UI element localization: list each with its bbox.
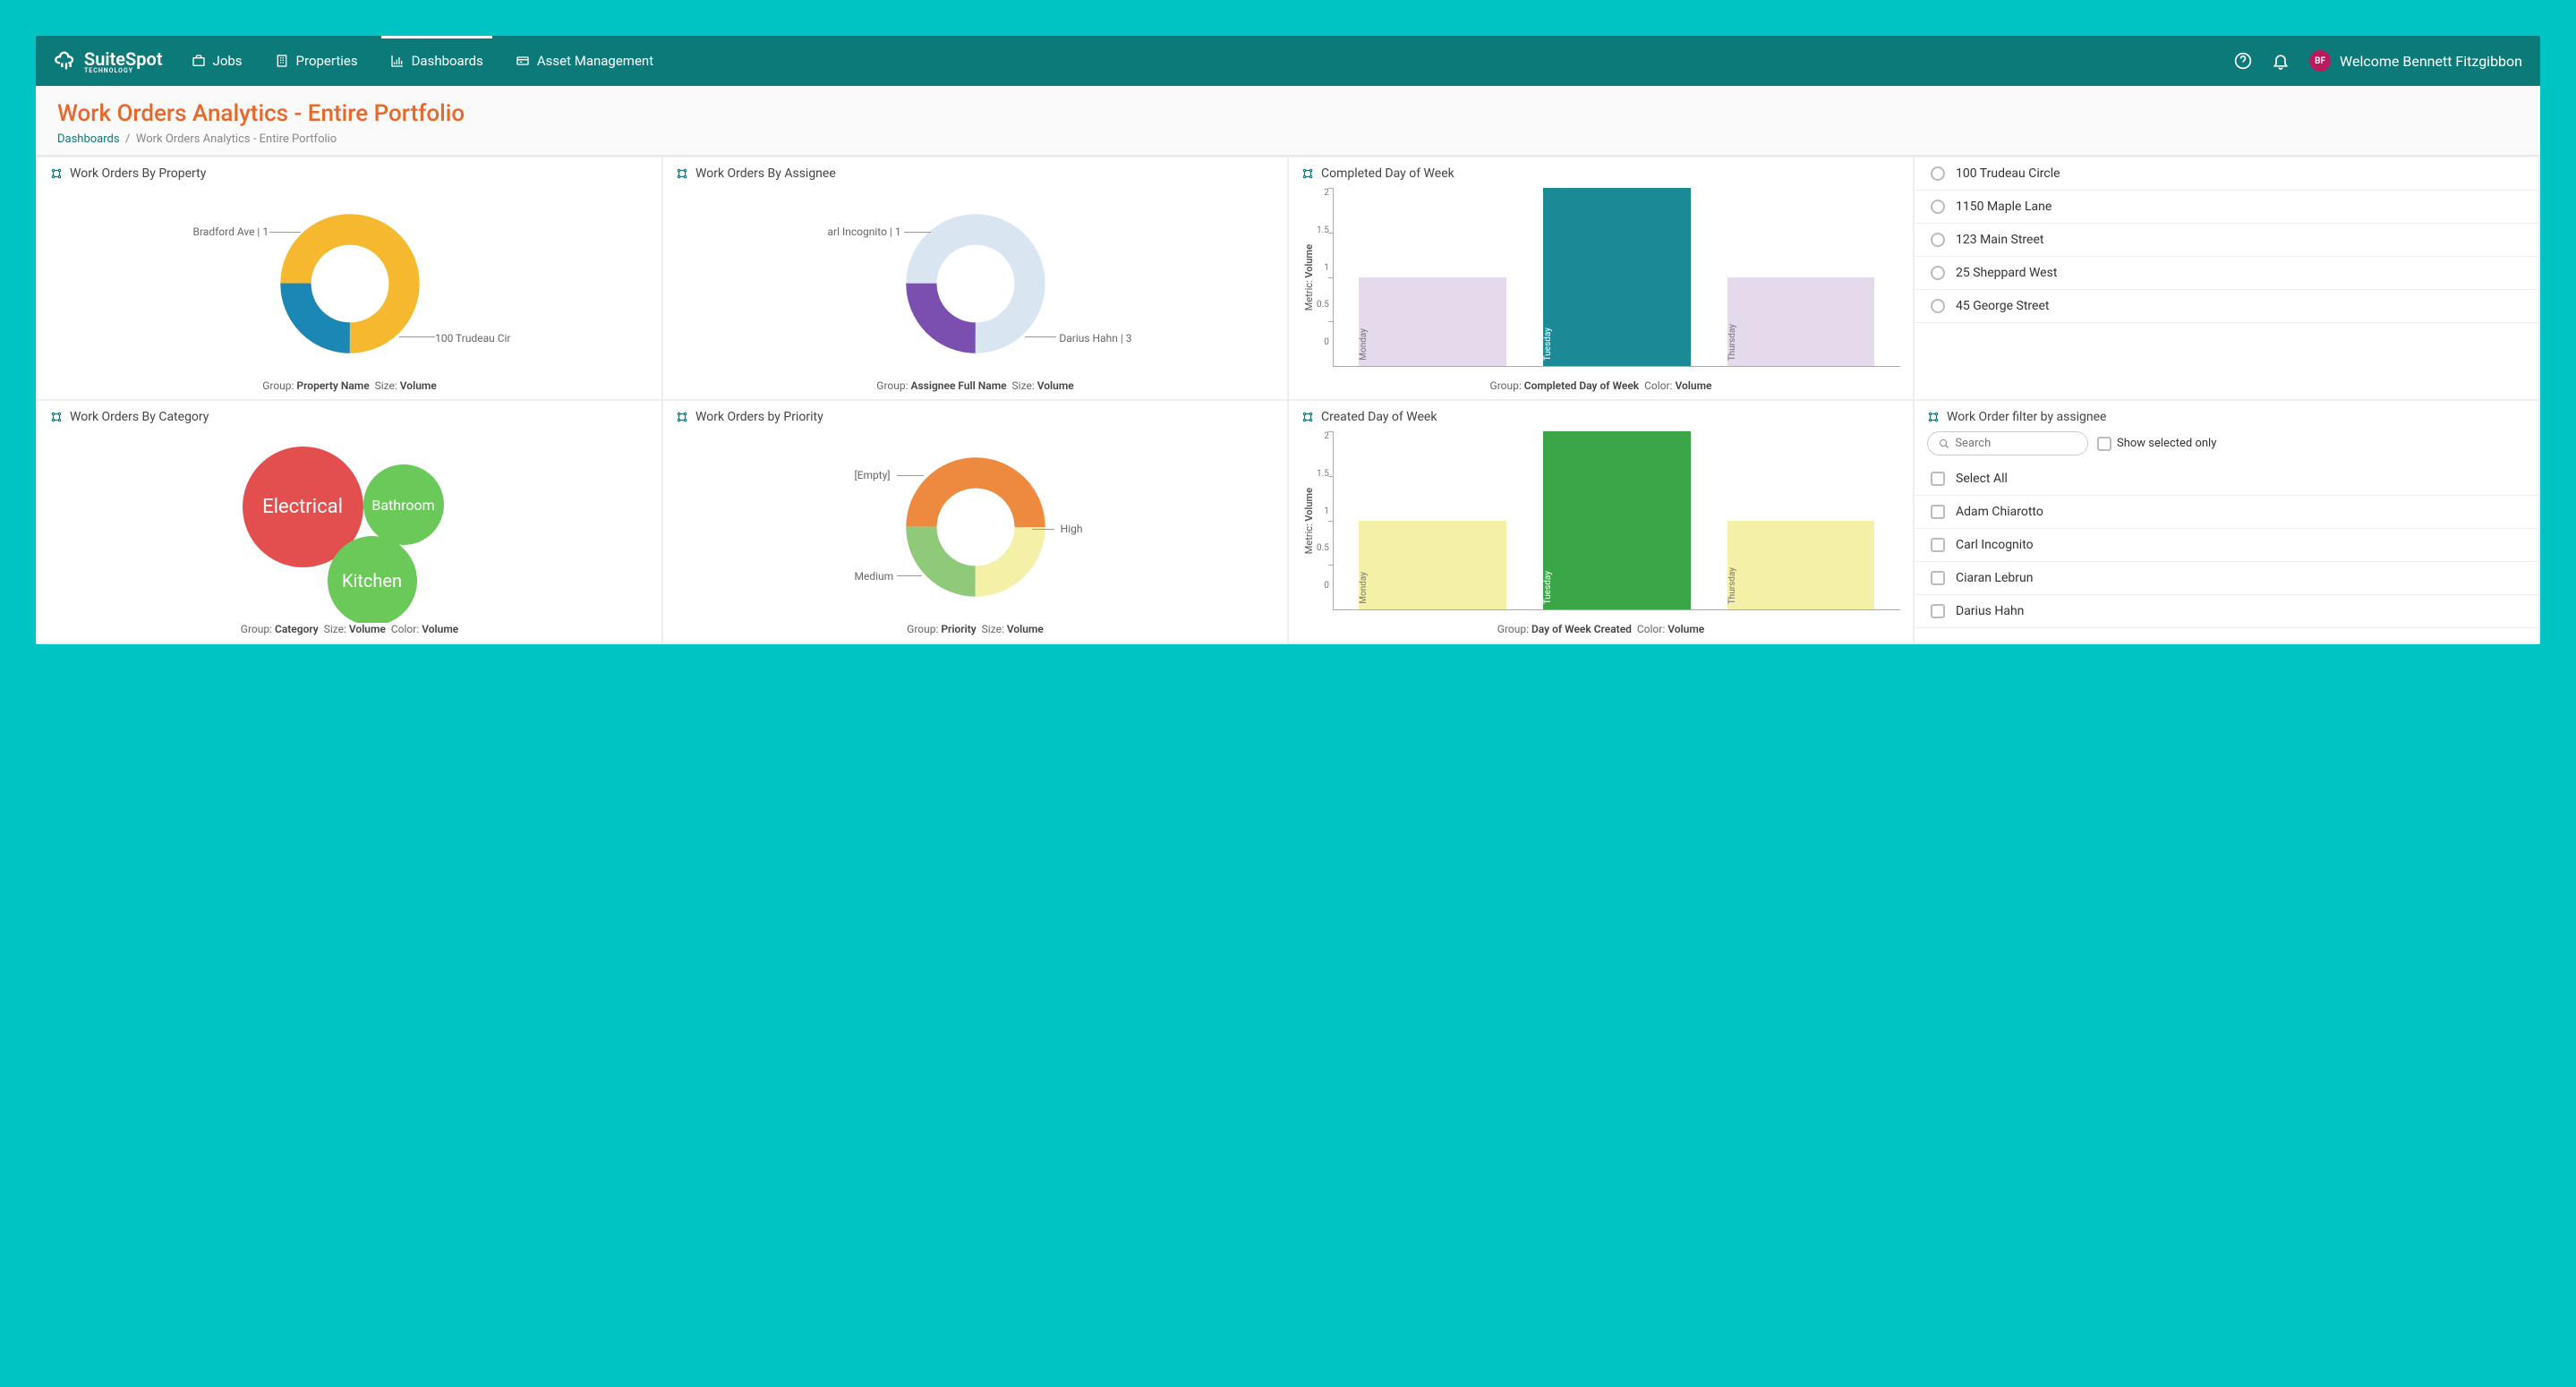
checkbox-icon	[2097, 437, 2111, 451]
card-assignee-filter: Work Order filter by assignee Show selec…	[1915, 401, 2538, 642]
card-work-orders-by-priority: Work Orders by Priority [Empty] High Med…	[663, 401, 1287, 642]
user-welcome: Welcome Bennett Fitzgibbon	[2340, 53, 2522, 70]
bubble-bathroom: Bathroom	[363, 464, 444, 545]
help-icon[interactable]	[2234, 52, 2252, 70]
search-icon	[1939, 438, 1949, 450]
top-nav: SuiteSpot TECHNOLOGY Jobs Properties Das…	[36, 36, 2540, 86]
radio-icon	[1931, 266, 1945, 280]
card-work-orders-by-property: Work Orders By Property Bradford Ave | 1…	[38, 157, 661, 399]
bubble-kitchen: Kitchen	[328, 536, 417, 623]
checkbox-icon	[1931, 505, 1945, 519]
card-created-day-of-week: Created Day of Week Metric: Volume 21.51…	[1289, 401, 1913, 642]
brand-name: SuiteSpot	[84, 48, 163, 70]
checkbox-icon	[1931, 571, 1945, 585]
show-selected-only[interactable]: Show selected only	[2097, 437, 2216, 451]
page-title: Work Orders Analytics - Entire Portfolio	[57, 100, 2519, 127]
card-property-filter: 100 Trudeau Circle 1150 Maple Lane 123 M…	[1915, 157, 2538, 399]
nav-right: BF Welcome Bennett Fitzgibbon	[2234, 50, 2522, 72]
logo-icon	[54, 48, 79, 73]
nav-label: Jobs	[213, 53, 243, 69]
checkbox-icon	[1931, 538, 1945, 552]
card-completed-day-of-week: Completed Day of Week Metric: Volume 21.…	[1289, 157, 1913, 399]
search-input[interactable]	[1955, 437, 2077, 450]
filter-select-all[interactable]: Select All	[1915, 463, 2538, 496]
search-box[interactable]	[1927, 431, 2088, 455]
y-axis-label: Metric: Volume	[1301, 488, 1317, 554]
filter-item-100-trudeau[interactable]: 100 Trudeau Circle	[1915, 157, 2538, 191]
bubble-chart-category[interactable]: Electrical Bathroom Kitchen	[234, 438, 466, 617]
y-axis-label: Metric: Volume	[1301, 244, 1317, 311]
bar-chart-completed[interactable]: Metric: Volume 21.510.50 Monday Tuesday …	[1301, 188, 1900, 367]
breadcrumb-current: Work Orders Analytics - Entire Portfolio	[136, 132, 337, 146]
dashboard-grid: Work Orders By Property Bradford Ave | 1…	[36, 156, 2540, 644]
nav-label: Asset Management	[537, 53, 653, 69]
radio-icon	[1931, 200, 1945, 214]
card-work-orders-by-assignee: Work Orders By Assignee arl Incognito | …	[663, 157, 1287, 399]
callout-empty: [Empty]	[855, 469, 891, 481]
brand-logo[interactable]: SuiteSpot TECHNOLOGY	[54, 48, 163, 74]
callout-carl: arl Incognito | 1	[828, 225, 901, 238]
filter-item-darius[interactable]: Darius Hahn	[1915, 595, 2538, 628]
widget-icon[interactable]	[50, 167, 63, 180]
breadcrumb-root[interactable]: Dashboards	[57, 132, 120, 146]
card-title-text: Work Orders by Priority	[695, 410, 823, 424]
card-footer: Group: Priority Size: Volume	[676, 623, 1275, 635]
card-footer: Group: Category Size: Volume Color: Volu…	[50, 623, 649, 635]
card-icon	[516, 54, 530, 68]
donut-chart-priority[interactable]: [Empty] High Medium	[904, 455, 1047, 599]
card-title-text: Work Orders By Property	[70, 166, 206, 181]
radio-icon	[1931, 233, 1945, 247]
callout-trudeau: 100 Trudeau Cir	[435, 332, 510, 345]
callout-high: High	[1061, 523, 1083, 535]
filter-item-45-george[interactable]: 45 George Street	[1915, 290, 2538, 323]
breadcrumb: Dashboards / Work Orders Analytics - Ent…	[57, 132, 2519, 146]
callout-medium: Medium	[855, 570, 894, 583]
app-window: SuiteSpot TECHNOLOGY Jobs Properties Das…	[36, 36, 2540, 644]
radio-icon	[1931, 299, 1945, 313]
chart-icon	[390, 54, 405, 68]
radio-icon	[1931, 166, 1945, 181]
card-title-text: Completed Day of Week	[1321, 166, 1454, 181]
card-footer: Group: Property Name Size: Volume	[50, 379, 649, 392]
filter-item-ciaran[interactable]: Ciaran Lebrun	[1915, 562, 2538, 595]
filter-item-carl[interactable]: Carl Incognito	[1915, 529, 2538, 562]
page-header: Work Orders Analytics - Entire Portfolio…	[36, 86, 2540, 156]
user-menu[interactable]: BF Welcome Bennett Fitzgibbon	[2309, 50, 2522, 72]
avatar: BF	[2309, 50, 2331, 72]
filter-item-123-main[interactable]: 123 Main Street	[1915, 224, 2538, 257]
card-title-text: Work Orders By Assignee	[695, 166, 836, 181]
nav-label: Dashboards	[412, 53, 483, 69]
checkbox-icon	[1931, 604, 1945, 618]
card-work-orders-by-category: Work Orders By Category Electrical Bathr…	[38, 401, 661, 642]
donut-chart-property[interactable]: Bradford Ave | 1 100 Trudeau Cir	[278, 212, 422, 355]
card-footer: Group: Day of Week Created Color: Volume	[1301, 623, 1900, 635]
briefcase-icon	[192, 54, 206, 68]
filter-item-1150-maple[interactable]: 1150 Maple Lane	[1915, 191, 2538, 224]
widget-icon[interactable]	[1301, 167, 1314, 180]
card-title-text: Created Day of Week	[1321, 410, 1437, 424]
bell-icon[interactable]	[2272, 52, 2290, 70]
nav-label: Properties	[296, 53, 358, 69]
nav-dashboards[interactable]: Dashboards	[387, 37, 487, 85]
donut-chart-assignee[interactable]: arl Incognito | 1 Darius Hahn | 3	[904, 212, 1047, 355]
callout-darius: Darius Hahn | 3	[1059, 332, 1131, 345]
widget-icon[interactable]	[676, 167, 688, 180]
card-title-text: Work Order filter by assignee	[1947, 410, 2106, 424]
widget-icon[interactable]	[676, 411, 688, 423]
building-icon	[275, 54, 289, 68]
widget-icon[interactable]	[50, 411, 63, 423]
nav-jobs[interactable]: Jobs	[188, 37, 246, 85]
bar-chart-created[interactable]: Metric: Volume 21.510.50 Monday Tuesday …	[1301, 431, 1900, 610]
nav-properties[interactable]: Properties	[271, 37, 362, 85]
filter-item-adam[interactable]: Adam Chiarotto	[1915, 496, 2538, 529]
checkbox-icon	[1931, 472, 1945, 486]
card-footer: Group: Completed Day of Week Color: Volu…	[1301, 379, 1900, 392]
widget-icon[interactable]	[1301, 411, 1314, 423]
widget-icon[interactable]	[1927, 411, 1940, 423]
card-footer: Group: Assignee Full Name Size: Volume	[676, 379, 1275, 392]
callout-bradford: Bradford Ave | 1	[193, 225, 269, 238]
nav-asset-management[interactable]: Asset Management	[512, 37, 657, 85]
filter-item-25-sheppard[interactable]: 25 Sheppard West	[1915, 257, 2538, 290]
card-title-text: Work Orders By Category	[70, 410, 209, 424]
